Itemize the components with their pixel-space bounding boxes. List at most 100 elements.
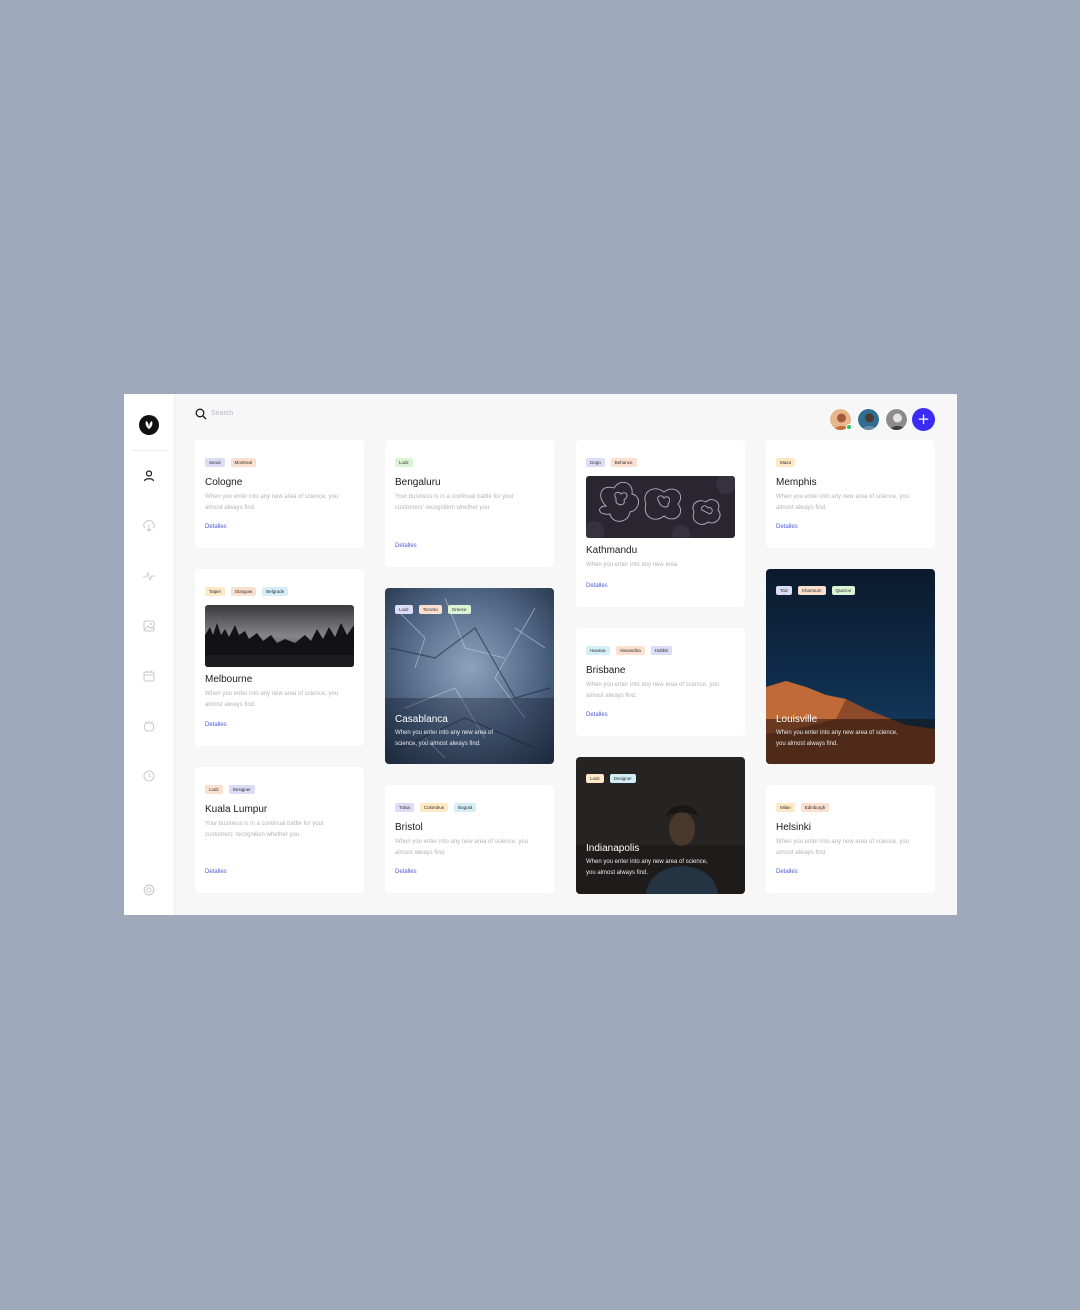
tag[interactable]: Lodz <box>205 785 223 794</box>
tag[interactable]: Greece <box>447 605 471 614</box>
card-title: Bristol <box>395 822 423 833</box>
card-title: Casablanca <box>395 714 448 725</box>
succulent-image <box>586 476 735 538</box>
card-indianapolis[interactable]: Lodz Designer Indianapolis When you ente… <box>576 757 745 894</box>
tag[interactable]: Hobbit <box>650 646 672 655</box>
tag[interactable]: Lodz <box>395 605 413 614</box>
details-link[interactable]: Detalles <box>395 543 417 549</box>
card-bristol[interactable]: Tulsa Colombus Bogotá Bristol When you e… <box>385 785 554 893</box>
image-icon[interactable] <box>141 618 157 634</box>
card-tags: Milan Edinburgh <box>776 803 830 812</box>
card-louisville[interactable]: Taiz Khartoum Quezon Louisville When you… <box>766 569 935 764</box>
card-cologne[interactable]: Seoul Montreal Cologne When you enter in… <box>195 440 364 548</box>
details-link[interactable]: Detalles <box>776 869 798 875</box>
card-tags: Seoul Montreal <box>205 458 257 467</box>
card-kuala-lumpur[interactable]: Lodz Designer Kuala Lumpur Your business… <box>195 767 364 893</box>
tag[interactable]: Designer <box>609 774 636 783</box>
card-melbourne[interactable]: Taipei Glasgow Belgrade Melbourne When y… <box>195 569 364 746</box>
tag[interactable]: Taipei <box>205 587 225 596</box>
tag[interactable]: Montreal <box>230 458 257 467</box>
card-title: Brisbane <box>586 665 626 676</box>
tag[interactable]: Dogo <box>586 458 605 467</box>
card-tags: Taipei Glasgow Belgrade <box>205 587 289 596</box>
card-tags: Tulsa Colombus Bogotá <box>395 803 477 812</box>
details-link[interactable]: Detalles <box>586 712 608 718</box>
card-description: When you enter into any new area of scie… <box>776 494 910 511</box>
add-button[interactable]: + <box>912 408 935 431</box>
settings-icon[interactable] <box>141 882 157 898</box>
card-title: Melbourne <box>205 674 253 685</box>
tag[interactable]: Lodz <box>586 774 604 783</box>
calendar-icon[interactable] <box>141 668 157 684</box>
card-description: Your business is in a continual battle f… <box>205 821 324 838</box>
tag[interactable]: Seoul <box>205 458 225 467</box>
avatar[interactable] <box>857 408 880 431</box>
tag[interactable]: Bogotá <box>454 803 477 812</box>
tag[interactable]: Alexandria <box>615 646 645 655</box>
tag[interactable]: Quezon <box>831 586 856 595</box>
card-description: When you enter into any new area of scie… <box>586 682 720 699</box>
tag[interactable]: Taiz <box>776 586 793 595</box>
card-memphis[interactable]: Maza Memphis When you enter into any new… <box>766 440 935 548</box>
details-link[interactable]: Detalles <box>586 583 608 589</box>
online-status-dot <box>846 424 852 430</box>
card-title: Louisville <box>776 714 818 725</box>
details-link[interactable]: Detalles <box>205 524 227 530</box>
tag[interactable]: Behance <box>610 458 637 467</box>
tag[interactable]: Designer <box>228 785 255 794</box>
card-description: When you enter into any new area of scie… <box>395 730 494 747</box>
search-icon[interactable] <box>195 407 207 420</box>
card-bengaluru[interactable]: Lodz Bengaluru Your business is in a con… <box>385 440 554 567</box>
card-tags: Maza <box>776 458 796 467</box>
card-title: Kathmandu <box>586 545 638 556</box>
card-tags: Lodz Toronto Greece <box>395 605 471 614</box>
avatar[interactable] <box>885 408 908 431</box>
card-title: Memphis <box>776 477 817 488</box>
card-tags: Havana Alexandria Hobbit <box>586 646 672 655</box>
details-link[interactable]: Detalles <box>205 869 227 875</box>
card-title: Cologne <box>205 477 243 488</box>
logo-icon[interactable] <box>139 415 159 435</box>
card-title: Indianapolis <box>586 843 640 854</box>
plus-icon: + <box>917 410 930 428</box>
download-icon[interactable] <box>141 518 157 534</box>
tag[interactable]: Maza <box>776 458 796 467</box>
clock-icon[interactable] <box>141 768 157 784</box>
card-title: Bengaluru <box>395 477 441 488</box>
card-tags: Taiz Khartoum Quezon <box>776 586 856 595</box>
card-description: When you enter into any new area of scie… <box>205 691 339 708</box>
user-icon[interactable] <box>141 468 157 484</box>
tag[interactable]: Milan <box>776 803 795 812</box>
card-description: Your business is in a continual battle f… <box>395 494 514 511</box>
card-brisbane[interactable]: Havana Alexandria Hobbit Brisbane When y… <box>576 628 745 736</box>
details-link[interactable]: Detalles <box>205 722 227 728</box>
details-link[interactable]: Detalles <box>395 869 417 875</box>
card-kathmandu[interactable]: Dogo Behance Kathmandu When you enter in… <box>576 440 745 607</box>
card-description: When you enter into any new area of scie… <box>776 730 898 747</box>
card-title: Helsinki <box>776 822 812 833</box>
tag[interactable]: Lodz <box>395 458 413 467</box>
card-description: When you enter into any new area <box>586 562 678 568</box>
card-helsinki[interactable]: Milan Edinburgh Helsinki When you enter … <box>766 785 935 893</box>
search-input[interactable] <box>211 407 371 420</box>
tag[interactable]: Colombus <box>419 803 449 812</box>
card-tags: Lodz Designer <box>205 785 255 794</box>
card-description: When you enter into any new area of scie… <box>395 839 529 856</box>
card-description: When you enter into any new area of scie… <box>776 839 910 856</box>
sidebar-divider <box>132 450 167 451</box>
card-casablanca[interactable]: Lodz Toronto Greece Casablanca When you … <box>385 588 554 764</box>
tag[interactable]: Edinburgh <box>800 803 830 812</box>
details-link[interactable]: Detalles <box>776 524 798 530</box>
card-tags: Dogo Behance <box>586 458 637 467</box>
tag[interactable]: Tulsa <box>395 803 414 812</box>
tag[interactable]: Khartoum <box>798 586 826 595</box>
tag[interactable]: Toronto <box>418 605 442 614</box>
ticket-icon[interactable] <box>141 718 157 734</box>
tag[interactable]: Glasgow <box>230 587 257 596</box>
tag[interactable]: Havana <box>586 646 610 655</box>
sidebar <box>124 394 175 915</box>
tag[interactable]: Belgrade <box>262 587 289 596</box>
forest-image <box>205 605 354 667</box>
activity-icon[interactable] <box>141 568 157 584</box>
card-description: When you enter into any new area of scie… <box>586 859 708 876</box>
